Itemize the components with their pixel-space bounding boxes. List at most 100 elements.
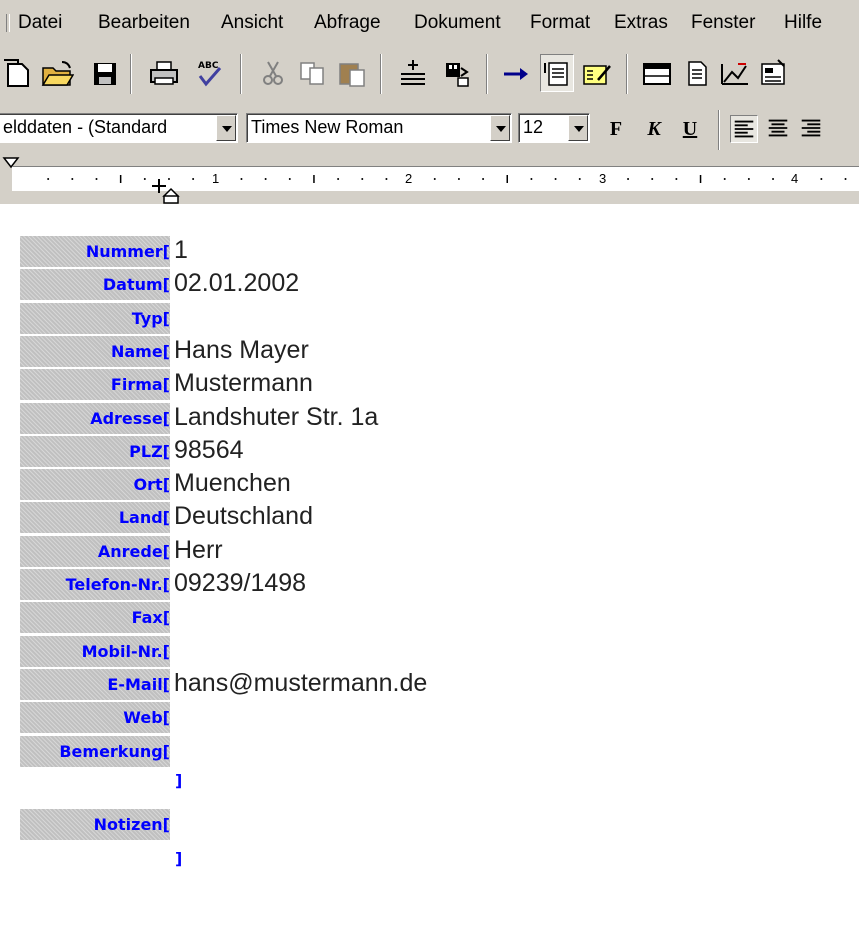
ruler-tick [627, 178, 630, 180]
field-label[interactable]: Land[ [20, 502, 170, 534]
field-value[interactable]: Landshuter Str. 1a [174, 400, 378, 434]
field-label[interactable]: Bemerkung[ [20, 735, 170, 767]
field-label[interactable]: Anrede[ [20, 535, 170, 567]
ruler-tick [240, 178, 243, 180]
field-value[interactable]: Muenchen [174, 466, 291, 500]
chevron-down-icon[interactable] [568, 115, 588, 141]
underline-button[interactable]: U [676, 115, 704, 143]
ruler-number: 3 [599, 171, 607, 186]
new-doc-icon[interactable] [0, 54, 34, 92]
document-active-icon[interactable] [540, 54, 574, 92]
field-label[interactable]: Mobil-Nr.[ [20, 635, 170, 667]
field-label[interactable]: E-Mail[ [20, 668, 170, 700]
ruler-number: 1 [212, 171, 220, 186]
field-label[interactable]: Adresse[ [20, 402, 170, 434]
chart-edit-icon[interactable] [718, 54, 752, 92]
ruler-tick [385, 178, 388, 180]
insert-field-icon[interactable] [396, 54, 430, 92]
italic-button[interactable]: K [640, 115, 668, 143]
font-size-select[interactable]: 12 [518, 113, 590, 143]
field-label[interactable]: Datum[ [20, 269, 170, 301]
align-left-icon [734, 120, 754, 138]
menu-dokument[interactable]: Dokument [414, 12, 501, 34]
ruler-bar: 1 2 3 4 [0, 152, 859, 204]
style-select-value: elddaten - (Standard [3, 117, 168, 137]
notes-row: Notizen[ [20, 808, 820, 843]
field-value[interactable]: Mustermann [174, 366, 313, 400]
font-select[interactable]: Times New Roman [246, 113, 512, 143]
field-label[interactable]: Name[ [20, 335, 170, 367]
field-label[interactable]: Firma[ [20, 369, 170, 401]
spellcheck-icon[interactable]: ABC [194, 54, 228, 92]
field-value[interactable]: 1 [174, 233, 188, 267]
field-row: PLZ[98564 [20, 433, 820, 470]
field-value[interactable]: 09239/1498 [174, 566, 306, 600]
style-select[interactable]: elddaten - (Standard [0, 113, 238, 143]
field-label[interactable]: Nummer[ [20, 236, 170, 267]
font-size-value: 12 [523, 117, 544, 137]
field-row: Datum[02.01.2002 [20, 269, 820, 303]
document-area[interactable]: Nummer[1 Datum[02.01.2002 Typ[Name[Hans Ma… [0, 204, 859, 945]
field-label[interactable]: Fax[ [20, 602, 170, 634]
field-label[interactable]: Telefon-Nr.[ [20, 569, 170, 600]
print-icon[interactable] [148, 54, 182, 92]
chevron-down-icon[interactable] [216, 115, 236, 141]
database-icon[interactable] [440, 54, 474, 92]
toolbar-separator [626, 54, 628, 94]
cut-icon[interactable] [256, 54, 290, 92]
notes-label[interactable]: Notizen[ [20, 808, 170, 840]
formatting-toolbar: elddaten - (Standard Times New Roman 12 … [0, 104, 859, 152]
ruler-tick [288, 178, 291, 180]
field-row: Web[ [20, 702, 820, 736]
field-row: Land[Deutschland [20, 502, 820, 536]
ruler-tick [433, 178, 436, 180]
bold-button[interactable]: F [602, 115, 630, 143]
field-value[interactable]: Hans Mayer [174, 333, 309, 367]
menu-grip[interactable] [6, 14, 10, 32]
align-right-button[interactable] [798, 115, 859, 143]
form-icon[interactable] [756, 54, 790, 92]
copy-icon[interactable] [296, 54, 330, 92]
save-icon[interactable] [88, 54, 122, 92]
field-label[interactable]: Web[ [20, 702, 170, 734]
arrow-right-icon[interactable] [500, 54, 534, 92]
menu-ansicht[interactable]: Ansicht [221, 12, 283, 34]
align-left-button[interactable] [730, 115, 758, 143]
menu-hilfe[interactable]: Hilfe [784, 12, 822, 34]
menu-bar: Datei Bearbeiten Ansicht Abfrage Dokumen… [0, 0, 859, 44]
ruler-tick [337, 178, 340, 180]
ruler-tick [192, 178, 195, 180]
field-value[interactable]: 98564 [174, 433, 244, 467]
ruler-tick [844, 178, 847, 180]
toolbar-separator [718, 110, 720, 150]
menu-fenster[interactable]: Fenster [691, 12, 755, 34]
field-value[interactable]: 02.01.2002 [174, 266, 299, 300]
paste-icon[interactable] [336, 54, 370, 92]
page-icon[interactable] [680, 54, 714, 92]
menu-abfrage[interactable]: Abfrage [314, 12, 381, 34]
menu-datei[interactable]: Datei [18, 12, 62, 34]
field-label[interactable]: PLZ[ [20, 435, 170, 467]
open-folder-icon[interactable] [40, 54, 74, 92]
window-icon[interactable] [640, 54, 674, 92]
field-value[interactable]: Deutschland [174, 499, 313, 533]
field-value[interactable]: hans@mustermann.de [174, 666, 427, 700]
menu-bearbeiten[interactable]: Bearbeiten [98, 12, 190, 34]
form-edit-icon[interactable] [580, 54, 614, 92]
tab-stop-marker-icon[interactable] [150, 176, 186, 204]
ruler-tick [772, 178, 775, 180]
field-label[interactable]: Ort[ [20, 469, 170, 501]
svg-text:ABC: ABC [198, 61, 219, 71]
menu-format[interactable]: Format [530, 12, 590, 34]
field-row: Typ[ [20, 302, 820, 337]
field-row: Telefon-Nr.[09239/1498 [20, 569, 820, 603]
chevron-down-icon[interactable] [490, 115, 510, 141]
ruler-tick [530, 178, 533, 180]
ruler[interactable]: 1 2 3 4 [12, 166, 859, 191]
field-label[interactable]: Typ[ [20, 302, 170, 334]
menu-extras[interactable]: Extras [614, 12, 668, 34]
field-row: Fax[ [20, 602, 820, 636]
field-value[interactable]: Herr [174, 533, 223, 567]
align-center-button[interactable] [764, 115, 792, 143]
ruler-tick [820, 178, 823, 180]
